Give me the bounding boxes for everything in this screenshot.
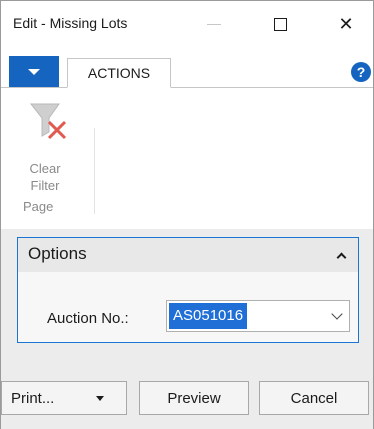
auction-no-field[interactable]: AS051016 xyxy=(166,300,350,332)
minimize-icon xyxy=(207,23,221,25)
cancel-button[interactable]: Cancel xyxy=(259,381,369,415)
ribbon-group-separator xyxy=(94,128,95,214)
dialog-window: Edit - Missing Lots ✕ ACTIONS ? Clear Fi… xyxy=(0,0,374,429)
preview-button[interactable]: Preview xyxy=(139,381,249,415)
chevron-up-icon[interactable] xyxy=(334,248,348,263)
options-header[interactable]: Options xyxy=(18,238,358,272)
minimize-button[interactable] xyxy=(191,1,237,47)
clear-filter-label: Clear Filter xyxy=(19,160,71,194)
print-label: Print... xyxy=(11,389,55,407)
tab-actions[interactable]: ACTIONS xyxy=(67,58,171,88)
caret-down-icon[interactable] xyxy=(96,396,104,401)
maximize-button[interactable] xyxy=(257,1,303,47)
close-icon: ✕ xyxy=(338,14,354,34)
clear-filter-icon xyxy=(29,103,67,140)
maximize-icon xyxy=(273,17,287,31)
clear-filter-label-line1: Clear xyxy=(29,161,61,176)
app-menu-button[interactable] xyxy=(9,56,59,88)
help-icon[interactable]: ? xyxy=(351,62,371,82)
title-bar: Edit - Missing Lots ✕ xyxy=(1,1,373,47)
auction-no-label: Auction No.: xyxy=(47,310,129,327)
clear-filter-button[interactable]: Clear Filter xyxy=(19,100,71,196)
chevron-down-icon[interactable] xyxy=(331,308,343,320)
options-title: Options xyxy=(28,244,87,263)
auction-no-value[interactable]: AS051016 xyxy=(169,303,248,329)
print-button[interactable]: Print... xyxy=(1,381,127,415)
window-title: Edit - Missing Lots xyxy=(13,15,128,31)
clear-filter-label-line2: Filter xyxy=(30,178,60,193)
close-button[interactable]: ✕ xyxy=(323,1,369,47)
ribbon-body: Clear Filter Page xyxy=(1,88,373,220)
content-area: Options Auction No.: AS051016 Print... P… xyxy=(1,229,373,429)
options-fasttab: Options Auction No.: AS051016 xyxy=(17,237,359,343)
ribbon-group-label: Page xyxy=(23,199,54,214)
caret-down-icon xyxy=(28,69,40,75)
ribbon-tab-row: ACTIONS ? xyxy=(1,56,373,88)
